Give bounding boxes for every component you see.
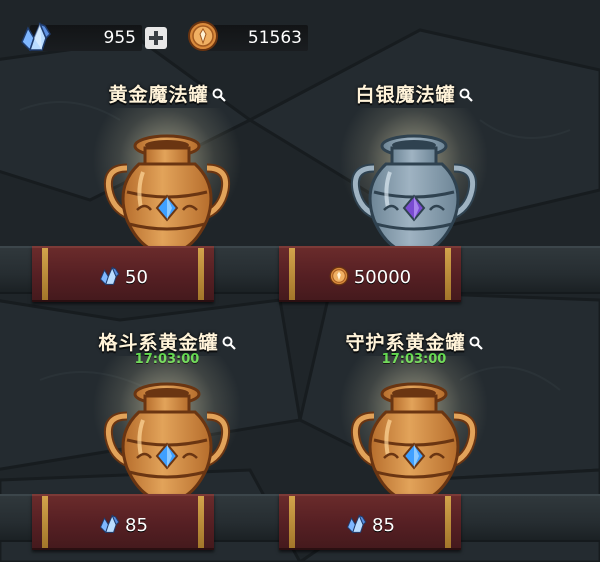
jar-card[interactable]: 格斗系黄金罐 17:03:00 — [32, 322, 282, 552]
jar-price: 85 — [372, 515, 395, 536]
jar-price: 85 — [125, 515, 148, 536]
jar-title-text: 格斗系黄金罐 — [98, 332, 219, 354]
coin-balance: 51563 — [247, 28, 302, 48]
magnifier-icon[interactable] — [212, 85, 226, 107]
magnifier-icon[interactable] — [459, 85, 473, 107]
buy-button[interactable]: 85 — [279, 494, 461, 550]
price-row: 85 — [279, 514, 461, 538]
gem-currency-icon — [18, 20, 52, 54]
coin-currency-icon — [187, 20, 219, 52]
price-row: 50 — [32, 266, 214, 290]
price-row: 85 — [32, 514, 214, 538]
jar-card[interactable]: 守护系黄金罐 17:03:00 — [279, 322, 529, 552]
jar-price: 50000 — [353, 267, 412, 288]
gem-icon — [345, 513, 367, 539]
jar-title-text: 守护系黄金罐 — [345, 332, 466, 354]
jar-title-text: 黄金魔法罐 — [108, 84, 209, 106]
gem-icon — [98, 265, 120, 291]
jar-title: 黄金魔法罐 — [52, 80, 282, 107]
buy-button[interactable]: 85 — [32, 494, 214, 550]
gem-balance: 955 — [103, 28, 136, 48]
jar-title-text: 白银魔法罐 — [355, 84, 456, 106]
currency-bar: 955 51563 — [0, 0, 600, 52]
jar-title: 守护系黄金罐 — [299, 328, 529, 355]
price-row: 50000 — [279, 266, 461, 290]
jar-card[interactable]: 白银魔法罐 50000 — [279, 74, 529, 304]
jar-title: 白银魔法罐 — [299, 80, 529, 107]
jar-card[interactable]: 黄金魔法罐 50 — [32, 74, 282, 304]
coin-icon — [329, 266, 349, 290]
jar-price: 50 — [125, 267, 148, 288]
jar-title: 格斗系黄金罐 — [52, 328, 282, 355]
gem-icon — [98, 513, 120, 539]
add-gems-button[interactable] — [145, 27, 167, 49]
buy-button[interactable]: 50000 — [279, 246, 461, 302]
buy-button[interactable]: 50 — [32, 246, 214, 302]
